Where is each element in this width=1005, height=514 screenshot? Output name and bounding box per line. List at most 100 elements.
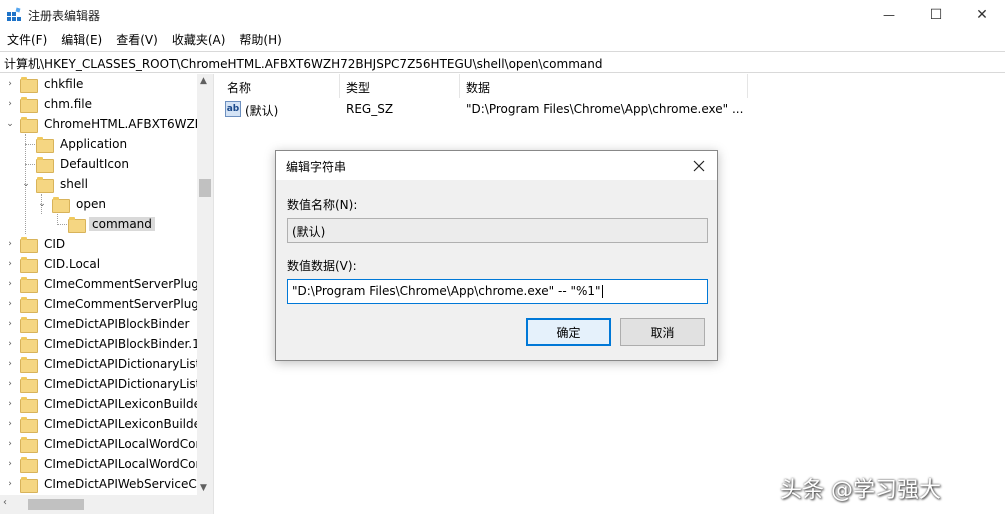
tree-item[interactable]: ⌄ ChromeHTML.AFBXT6WZH7: [4, 114, 212, 134]
tree-item-label: ChromeHTML.AFBXT6WZH7: [44, 117, 212, 131]
chevron-right-icon[interactable]: ›: [4, 354, 16, 374]
menu-help[interactable]: 帮助(H): [232, 30, 288, 50]
value-data-label: 数值数据(V):: [287, 259, 357, 273]
chevron-right-icon[interactable]: ›: [4, 274, 16, 294]
tree-item[interactable]: › CImeCommentServerPlugIn: [4, 294, 212, 314]
chevron-right-icon[interactable]: ›: [4, 254, 16, 274]
tree-item[interactable]: ⌄ shell: [20, 174, 91, 194]
close-icon: [693, 160, 705, 172]
tree-item[interactable]: › CID.Local: [4, 254, 103, 274]
scroll-down-icon[interactable]: ▼: [200, 483, 207, 493]
tree-item[interactable]: › CImeDictAPIDictionaryList: [4, 354, 203, 374]
column-header-data[interactable]: 数据: [460, 74, 748, 98]
value-type: REG_SZ: [346, 102, 394, 116]
tree-item[interactable]: › chm.file: [4, 94, 95, 114]
chevron-right-icon[interactable]: ›: [4, 434, 16, 454]
chevron-right-icon[interactable]: ›: [4, 234, 16, 254]
address-bar[interactable]: 计算机\HKEY_CLASSES_ROOT\ChromeHTML.AFBXT6W…: [0, 51, 1005, 73]
chevron-down-icon[interactable]: ⌄: [36, 194, 48, 214]
folder-icon: [20, 257, 38, 273]
dialog-close-button[interactable]: [688, 155, 710, 177]
chevron-right-icon[interactable]: ›: [4, 74, 16, 94]
value-data: "D:\Program Files\Chrome\App\chrome.exe"…: [466, 102, 744, 116]
menu-favorites[interactable]: 收藏夹(A): [165, 30, 233, 50]
chevron-right-icon[interactable]: ›: [4, 374, 16, 394]
folder-icon: [20, 417, 38, 433]
menu-bar: 文件(F) 编辑(E) 查看(V) 收藏夹(A) 帮助(H): [0, 30, 1005, 50]
tree-item[interactable]: › CImeDictAPIBlockBinder.15: [4, 334, 210, 354]
tree-item[interactable]: › CID: [4, 234, 68, 254]
close-window-button[interactable]: ✕: [959, 0, 1005, 30]
tree-item-label: command: [89, 217, 155, 231]
scroll-thumb[interactable]: [199, 179, 211, 197]
scroll-left-icon[interactable]: ‹: [3, 497, 7, 508]
tree-item[interactable]: › CImeDictAPILexiconBuilder: [4, 394, 209, 414]
chevron-right-icon[interactable]: ›: [4, 294, 16, 314]
value-data-input[interactable]: "D:\Program Files\Chrome\App\chrome.exe"…: [287, 279, 708, 304]
tree-item-label: CID.Local: [44, 257, 101, 271]
value-name: (默认): [245, 104, 279, 118]
minimize-button[interactable]: —: [866, 0, 912, 30]
maximize-button[interactable]: ☐: [913, 0, 959, 30]
registry-editor-icon: [7, 7, 21, 21]
tree-item[interactable]: Application: [20, 134, 130, 154]
column-header-name[interactable]: 名称: [221, 74, 340, 98]
chevron-down-icon[interactable]: ⌄: [20, 174, 32, 194]
menu-view[interactable]: 查看(V): [109, 30, 165, 50]
tree-horizontal-scrollbar[interactable]: ‹: [0, 495, 213, 514]
tree-item-label: CImeDictAPIDictionaryList.1: [44, 377, 212, 391]
tree-item[interactable]: › CImeDictAPILexiconBuilder.: [4, 414, 212, 434]
column-header-type[interactable]: 类型: [340, 74, 460, 98]
tree-item-label: CImeDictAPIWebServiceCor: [44, 477, 210, 491]
folder-icon: [52, 197, 70, 213]
tree-vertical-scrollbar[interactable]: ▲ ▼: [197, 74, 213, 495]
folder-icon: [20, 337, 38, 353]
key-tree: › chkfile › chm.file ⌄ ChromeHTML.AFBXT6WZH7 A…: [0, 74, 212, 495]
tree-item-label: CImeDictAPILocalWordCom: [44, 437, 208, 451]
dialog-title-bar: 编辑字符串: [276, 151, 717, 180]
tree-item-label: CImeCommentServerPlugIn: [44, 297, 211, 311]
tree-item-label: DefaultIcon: [60, 157, 129, 171]
ok-button[interactable]: 确定: [526, 318, 611, 346]
value-name-label: 数值名称(N):: [287, 198, 358, 212]
string-value-icon: ab: [225, 101, 241, 117]
cancel-button[interactable]: 取消: [620, 318, 705, 346]
tree-item[interactable]: command: [52, 214, 155, 234]
chevron-right-icon[interactable]: ›: [4, 394, 16, 414]
chevron-right-icon[interactable]: ›: [4, 94, 16, 114]
menu-file[interactable]: 文件(F): [0, 30, 54, 50]
menu-edit[interactable]: 编辑(E): [54, 30, 109, 50]
maximize-icon: ☐: [929, 7, 943, 23]
list-row[interactable]: ab (默认) REG_SZ "D:\Program Files\Chrome\…: [221, 100, 1005, 120]
tree-item[interactable]: › CImeDictAPILocalWordCom: [4, 454, 210, 474]
scroll-up-icon[interactable]: ▲: [200, 76, 207, 86]
tree-item-label: chkfile: [44, 77, 84, 91]
text-caret: [601, 285, 603, 298]
chevron-right-icon[interactable]: ›: [4, 474, 16, 494]
tree-item[interactable]: › CImeDictAPIDictionaryList.1: [4, 374, 212, 394]
tree-item[interactable]: ⌄ open: [36, 194, 109, 214]
chevron-right-icon[interactable]: ›: [4, 454, 16, 474]
chevron-right-icon[interactable]: ›: [4, 334, 16, 354]
pane-splitter[interactable]: [213, 74, 221, 514]
tree-item[interactable]: › CImeDictAPIWebServiceCor: [4, 474, 212, 494]
edit-string-dialog: 编辑字符串 数值名称(N): (默认) 数值数据(V): "D:\Program…: [275, 150, 718, 361]
tree-item[interactable]: › chkfile: [4, 74, 86, 94]
chevron-right-icon[interactable]: ›: [4, 314, 16, 334]
folder-icon: [20, 437, 38, 453]
chevron-down-icon[interactable]: ⌄: [4, 114, 16, 134]
tree-item[interactable]: DefaultIcon: [20, 154, 132, 174]
scroll-thumb-horizontal[interactable]: [28, 499, 84, 510]
folder-icon: [20, 317, 38, 333]
chevron-right-icon[interactable]: ›: [4, 414, 16, 434]
tree-item[interactable]: › CImeDictAPILocalWordCom: [4, 434, 210, 454]
value-name-field: (默认): [287, 218, 708, 243]
close-icon: ✕: [976, 7, 988, 23]
tree-item[interactable]: › CImeCommentServerPlugIn: [4, 274, 212, 294]
tree-item[interactable]: › CImeDictAPIBlockBinder: [4, 314, 192, 334]
folder-icon: [20, 237, 38, 253]
folder-icon: [20, 117, 38, 133]
